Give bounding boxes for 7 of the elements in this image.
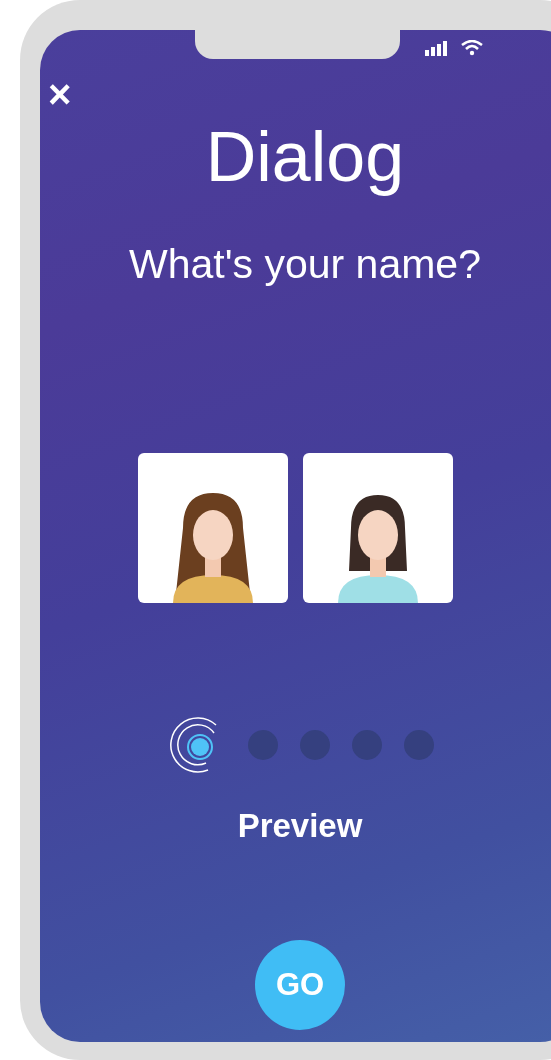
signal-icon (425, 40, 447, 56)
avatar-card[interactable] (137, 453, 288, 603)
wifi-icon (461, 40, 483, 56)
avatar-card[interactable] (302, 453, 453, 603)
step-label: Preview (236, 806, 364, 846)
question-text: What's your name? (128, 244, 482, 285)
close-button[interactable]: × (48, 74, 72, 114)
